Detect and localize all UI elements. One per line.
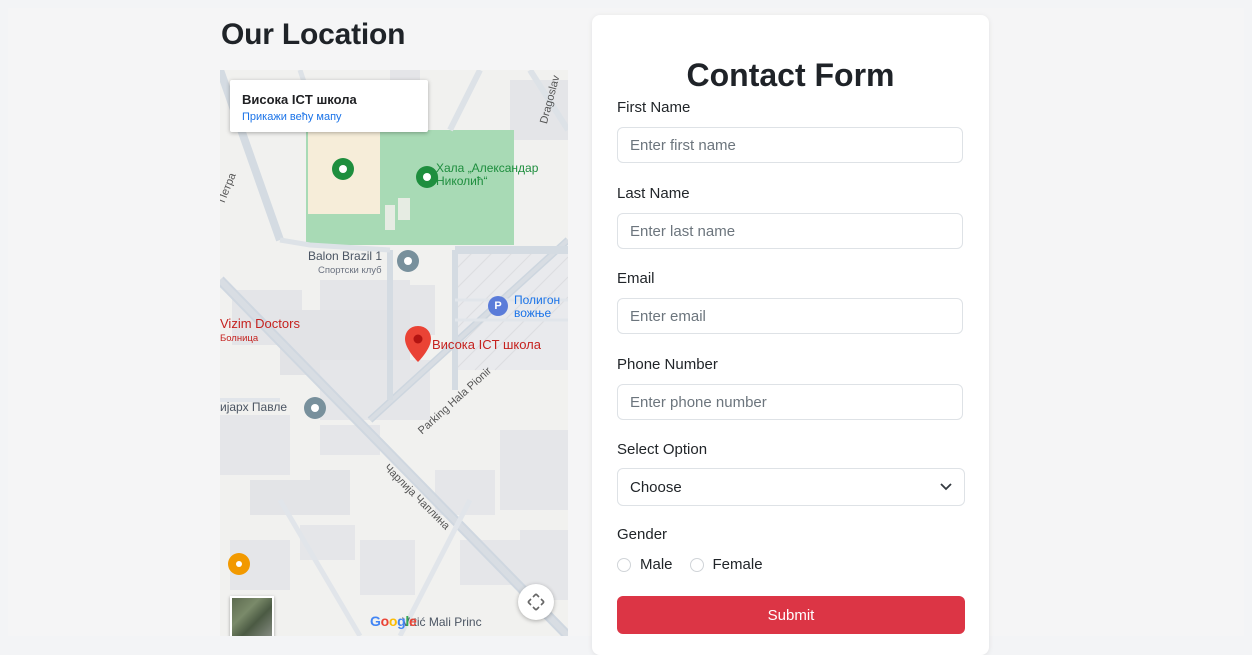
vizim-label: Vizim Doctors xyxy=(220,316,300,331)
fullscreen-button[interactable] xyxy=(518,584,554,620)
larger-map-link[interactable]: Прикажи већу мапу xyxy=(242,111,342,123)
phone-label: Phone Number xyxy=(617,356,718,373)
school-pin-label: Висока ICT школа xyxy=(432,337,541,352)
gender-option-female[interactable]: Female xyxy=(689,556,763,573)
chevron-down-icon xyxy=(940,483,952,491)
vizim-sub-label: Болница xyxy=(220,333,259,344)
patrijarh-label: ијарх Павле xyxy=(220,400,287,414)
female-radio[interactable] xyxy=(689,557,704,572)
gender-radio-group: Male Female xyxy=(617,556,780,573)
google-logo: Google xyxy=(370,613,417,629)
fullscreen-icon xyxy=(527,593,545,611)
contact-form-card: Contact Form First Name Last Name Email … xyxy=(592,15,989,655)
map-place-name: Висока ICT школа xyxy=(242,92,357,107)
map-base xyxy=(220,70,568,636)
submit-button[interactable]: Submit xyxy=(617,596,965,634)
school-building-pin-icon[interactable] xyxy=(304,397,326,419)
green-place-pin-icon[interactable] xyxy=(332,158,354,180)
phone-input[interactable] xyxy=(617,384,963,420)
last-name-input[interactable] xyxy=(617,213,963,249)
gender-label: Gender xyxy=(617,526,668,543)
embedded-map[interactable]: Висока ICT школа Прикажи већу мапу Хала … xyxy=(220,70,568,636)
satellite-toggle-button[interactable] xyxy=(230,596,274,636)
first-name-input[interactable] xyxy=(617,127,963,163)
balon-label: Balon Brazil 1 xyxy=(308,249,383,263)
email-input[interactable] xyxy=(617,298,963,334)
balon-sub-label: Спортски клуб xyxy=(318,265,382,276)
hall-label-line2: Николић“ xyxy=(436,174,488,188)
last-name-label: Last Name xyxy=(617,185,690,202)
first-name-label: First Name xyxy=(617,99,691,116)
parking-pin-icon[interactable]: P xyxy=(488,296,508,316)
male-label: Male xyxy=(640,556,673,573)
email-label: Email xyxy=(617,270,655,287)
gender-option-male[interactable]: Male xyxy=(617,556,673,573)
female-label: Female xyxy=(712,556,763,573)
hall-place-pin-icon[interactable] xyxy=(416,166,438,188)
male-radio[interactable] xyxy=(617,557,631,572)
option-select[interactable]: Choose xyxy=(617,468,965,506)
select-value: Choose xyxy=(630,478,682,496)
map-info-window: Висока ICT школа Прикажи већу мапу xyxy=(230,80,428,132)
poligon-label-line2: вожње xyxy=(514,306,552,320)
restaurant-pin-icon[interactable] xyxy=(228,553,250,575)
form-title: Contact Form xyxy=(686,57,895,93)
select-option-label: Select Option xyxy=(617,441,708,458)
location-title: Our Location xyxy=(221,18,406,51)
balon-place-pin-icon[interactable] xyxy=(397,250,419,272)
